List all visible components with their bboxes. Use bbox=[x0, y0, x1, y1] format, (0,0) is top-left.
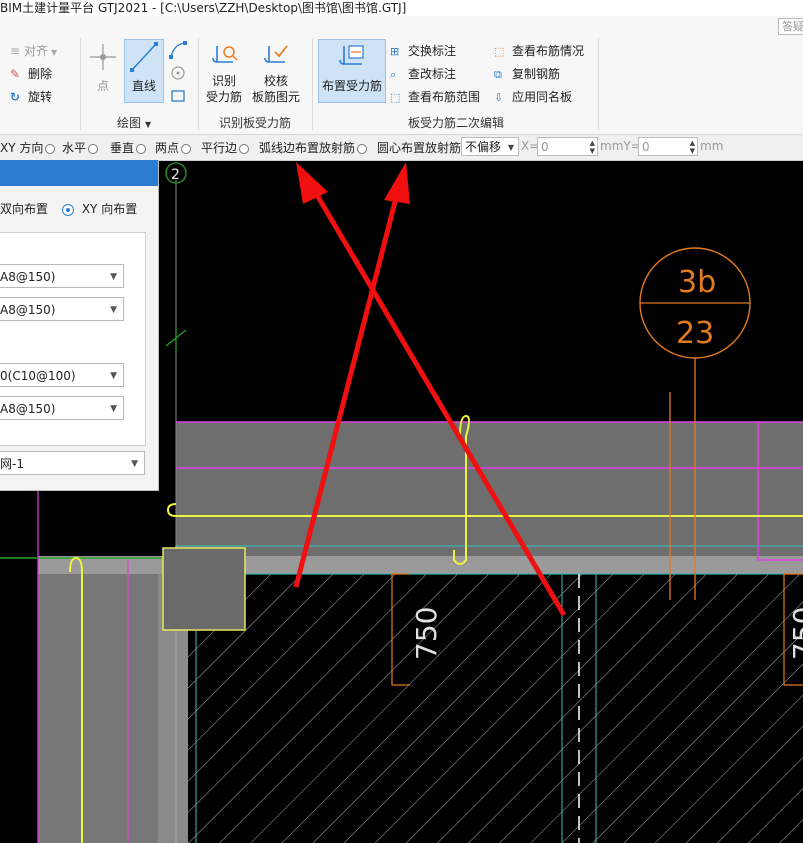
y-label: mmY= bbox=[600, 139, 641, 153]
apply-same-button[interactable]: ⇩ 应用同名板 bbox=[494, 88, 572, 105]
view-status-icon: ⬚ bbox=[494, 45, 505, 58]
radio-selected-icon bbox=[62, 203, 74, 216]
secondary-group-label: 板受力筋二次编辑 bbox=[408, 116, 505, 130]
beam-left bbox=[38, 558, 164, 843]
separator bbox=[598, 38, 599, 130]
vertical-option[interactable]: 垂直 bbox=[110, 139, 147, 156]
radio-icon bbox=[357, 143, 368, 154]
xy-direction-option[interactable]: XY 方向 bbox=[0, 139, 56, 156]
chevron-down-icon: ▼ bbox=[131, 459, 138, 469]
dim-label: 750 bbox=[787, 607, 803, 660]
two-points-option[interactable]: 两点 bbox=[155, 139, 192, 156]
rebar-spec-select-4[interactable]: A8@150) ▼ bbox=[0, 396, 124, 420]
separator bbox=[80, 38, 81, 130]
center-radial-option[interactable]: 圆心布置放射筋 bbox=[377, 139, 461, 156]
help-search-box[interactable]: 答疑 bbox=[778, 18, 803, 35]
identify-rebar-button[interactable]: 识别 受力筋 bbox=[202, 40, 246, 114]
options-bar: XY 方向 水平 垂直 两点 平行边 弧线边布置放射筋 圆心布置放射筋 不偏移 … bbox=[0, 135, 803, 161]
place-rebar-icon bbox=[339, 45, 364, 65]
draw-group-label[interactable]: 绘图 ▼ bbox=[117, 114, 151, 131]
xy-layout-option[interactable]: XY 向布置 bbox=[62, 200, 137, 217]
view-status-button[interactable]: ⬚ 查看布筋情况 bbox=[494, 42, 584, 59]
separator bbox=[312, 38, 313, 130]
view-range-button[interactable]: ⬚ 查看布筋范围 bbox=[390, 88, 480, 105]
swap-label-icon: ⊞ bbox=[390, 45, 400, 58]
chevron-down-icon: ▼ bbox=[507, 143, 514, 152]
rebar-spec-select-2[interactable]: A8@150) ▼ bbox=[0, 297, 124, 321]
radio-icon bbox=[239, 143, 250, 154]
copy-rebar-icon: ⧉ bbox=[494, 68, 502, 81]
horizontal-option[interactable]: 水平 bbox=[62, 139, 99, 156]
chevron-down-icon: ▼ bbox=[51, 48, 58, 57]
title-bar: BIM土建计量平台 GTJ2021 - [C:\Users\ZZH\Deskto… bbox=[0, 0, 803, 16]
slab-hatch bbox=[188, 574, 803, 843]
edit-label-icon: ⌕ bbox=[390, 68, 397, 81]
radio-icon bbox=[45, 143, 56, 154]
circle-draw-icon[interactable] bbox=[168, 63, 188, 83]
annotation-arrow-head bbox=[296, 162, 328, 204]
annotation-arrow-head bbox=[384, 162, 410, 204]
point-button[interactable]: 点 bbox=[84, 40, 122, 100]
copy-rebar-button[interactable]: ⧉ 复制钢筋 bbox=[494, 65, 560, 82]
column-selected[interactable] bbox=[162, 547, 246, 631]
dim-label: 750 bbox=[410, 607, 443, 660]
rebar-spec-select-3[interactable]: 0(C10@100) ▼ bbox=[0, 363, 124, 387]
rotate-icon: ↻ bbox=[10, 90, 21, 104]
apply-same-icon: ⇩ bbox=[494, 91, 504, 104]
chevron-down-icon: ▼ bbox=[110, 305, 117, 315]
y-input[interactable]: 0 ▲ ▼ bbox=[638, 137, 698, 156]
rectangle-draw-icon[interactable] bbox=[168, 86, 188, 106]
swap-label-button[interactable]: ⊞ 交换标注 bbox=[390, 42, 456, 59]
point-icon bbox=[90, 44, 116, 70]
radio-icon bbox=[136, 143, 147, 154]
ribbon: 答疑 ≡ 对齐 ▼ ✎ 删除 ↻ 旋转 点 直线 绘图 ▼ 识别 受力筋 校核 板筋图元 … bbox=[0, 16, 803, 135]
check-rebar-icon bbox=[264, 45, 288, 63]
slab-tag-bottom: 23 bbox=[676, 316, 714, 351]
chevron-down-icon: ▼ bbox=[110, 371, 117, 381]
radio-icon bbox=[88, 143, 99, 154]
chevron-down-icon: ▼ bbox=[110, 404, 117, 414]
identify-rebar-icon bbox=[212, 46, 238, 63]
window-title: BIM土建计量平台 GTJ2021 - [C:\Users\ZZH\Deskto… bbox=[0, 1, 407, 15]
arc-radial-option[interactable]: 弧线边布置放射筋 bbox=[259, 139, 368, 156]
net-select[interactable]: 网-1 ▼ bbox=[0, 451, 145, 475]
rebar-spec-select-1[interactable]: A8@150) ▼ bbox=[0, 264, 124, 288]
delete-button[interactable]: ✎ 删除 bbox=[10, 65, 52, 82]
eraser-icon: ✎ bbox=[10, 67, 21, 81]
spinner-icon[interactable]: ▲ ▼ bbox=[590, 139, 595, 155]
align-icon: ≡ bbox=[10, 44, 21, 58]
rotate-button[interactable]: ↻ 旋转 bbox=[10, 88, 52, 105]
line-icon bbox=[130, 42, 158, 72]
parallel-edge-option[interactable]: 平行边 bbox=[201, 139, 250, 156]
align-button[interactable]: ≡ 对齐 ▼ bbox=[10, 42, 57, 59]
slab-tag-top: 3b bbox=[678, 265, 716, 300]
axis-label: 2 bbox=[171, 167, 180, 183]
place-rebar-button[interactable]: 布置受力筋 bbox=[318, 39, 386, 103]
bidirectional-option[interactable]: 双向布置 bbox=[0, 200, 48, 217]
check-rebar-button[interactable]: 校核 板筋图元 bbox=[250, 40, 302, 114]
edit-label-button[interactable]: ⌕ 查改标注 bbox=[390, 65, 456, 82]
line-button[interactable]: 直线 bbox=[124, 39, 164, 103]
arc-three-point-icon[interactable] bbox=[168, 40, 188, 60]
x-input[interactable]: 0 ▲ ▼ bbox=[537, 137, 598, 156]
separator bbox=[198, 38, 199, 130]
chevron-down-icon: ▼ bbox=[110, 272, 117, 282]
spinner-icon[interactable]: ▲ ▼ bbox=[690, 139, 695, 155]
radio-icon bbox=[181, 143, 192, 154]
chevron-down-icon: ▼ bbox=[145, 120, 152, 129]
identify-group-label: 识别板受力筋 bbox=[219, 116, 292, 130]
unit-label: mm bbox=[700, 139, 724, 153]
rebar-layout-panel: 双向布置 XY 向布置 A8@150) ▼ A8@150) ▼ 0(C10@100)… bbox=[0, 160, 159, 491]
offset-select[interactable]: 不偏移 ▼ bbox=[461, 137, 519, 156]
panel-header bbox=[0, 160, 158, 186]
view-range-icon: ⬚ bbox=[390, 91, 401, 104]
